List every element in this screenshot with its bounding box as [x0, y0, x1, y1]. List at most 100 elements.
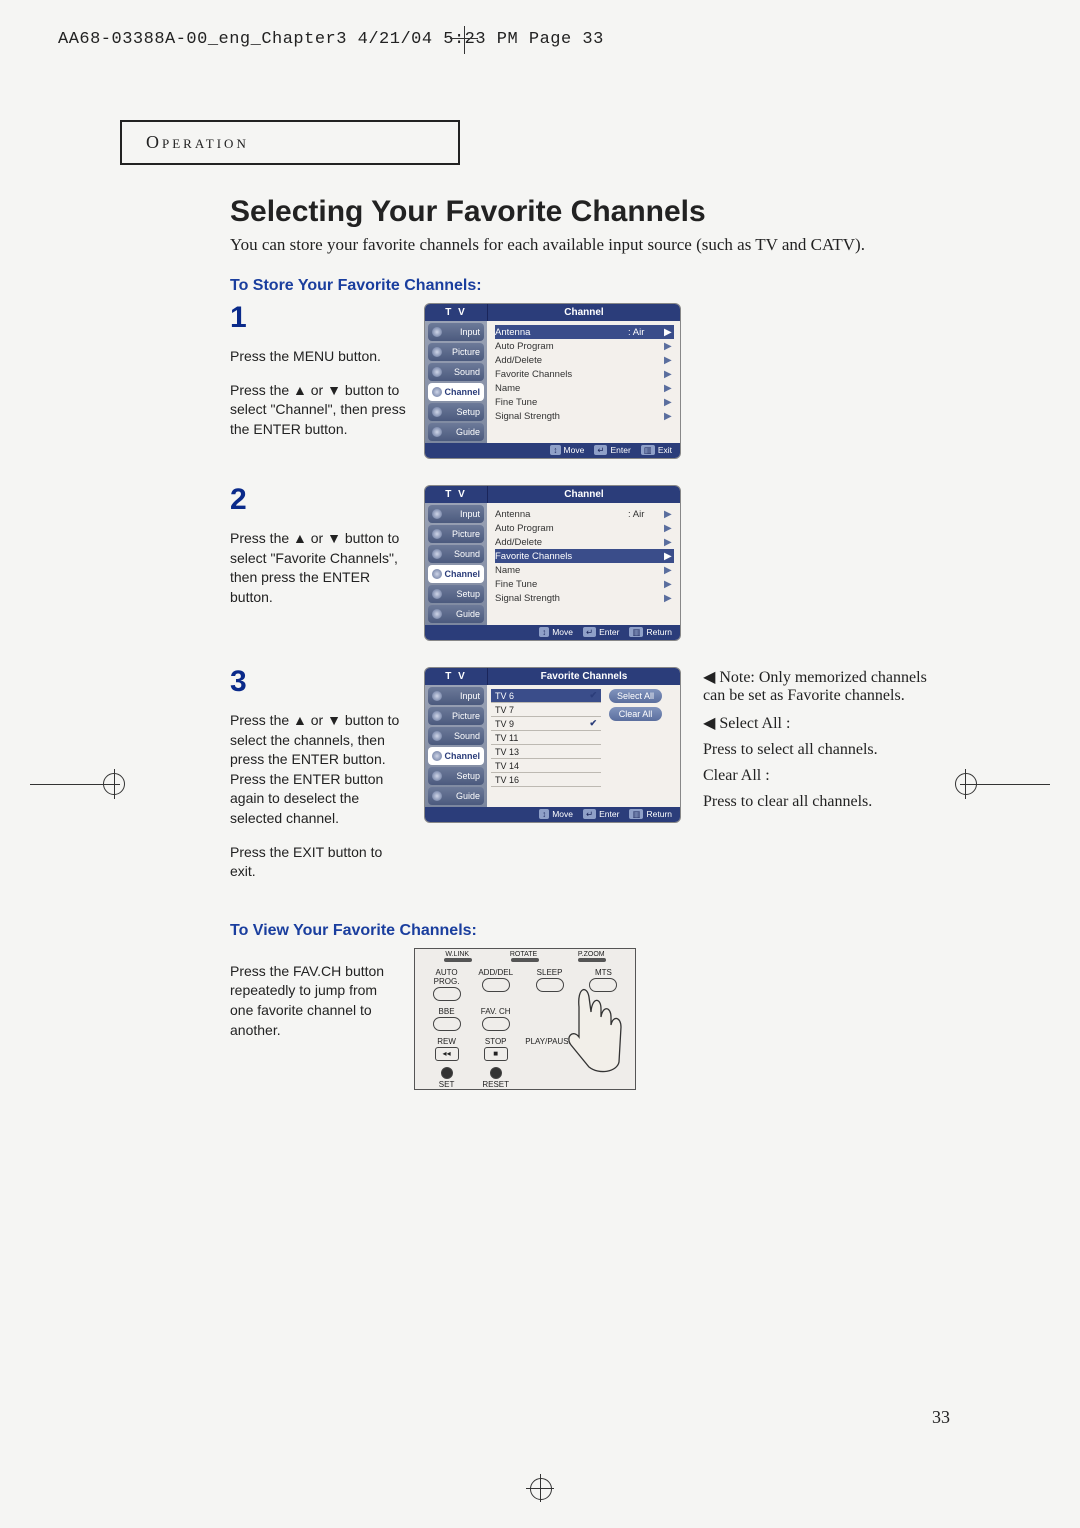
osd2-sb-guide: Guide	[456, 609, 480, 619]
osd-sb-picture: Picture	[452, 347, 480, 357]
remote-illustration: W.LINK ROTATE P.ZOOM AUTO PROG. ADD/DEL …	[414, 948, 636, 1090]
note-1: Note: Only memorized channels can be set…	[703, 669, 927, 704]
osd3-tv: T V	[425, 668, 488, 685]
osd3-sidebar: Input Picture Sound Channel Setup Guide	[425, 685, 487, 807]
note-2-body: Press to select all channels.	[703, 741, 943, 759]
remote-favch: FAV. CH	[481, 1007, 511, 1016]
osd3-sb-setup: Setup	[456, 771, 480, 781]
osd2-sb-channel: Channel	[444, 569, 480, 579]
step-1-text: 1 Press the MENU button. Press the ▲ or …	[230, 303, 410, 453]
osd-select-all: Select All	[609, 689, 662, 703]
osd2-panel: Antenna: Air▶ Auto Program▶ Add/Delete▶ …	[487, 503, 680, 625]
step-3-number: 3	[230, 667, 410, 697]
osd2-row-fine: Fine Tune	[495, 579, 664, 590]
osd-row-fine: Fine Tune	[495, 397, 664, 408]
osd-row-signal: Signal Strength	[495, 411, 664, 422]
osd-sb-channel: Channel	[444, 387, 480, 397]
sheet: Operation Selecting Your Favorite Channe…	[120, 120, 980, 1438]
view-step: Press the FAV.CH button repeatedly to ju…	[230, 948, 980, 1090]
step-3-line-b: Press the EXIT button to exit.	[230, 844, 382, 880]
fav-ch-7: TV 7	[495, 705, 514, 715]
osd-tv-label: T V	[425, 304, 488, 321]
osd2-row-fav: Favorite Channels	[495, 551, 664, 562]
remote-stop: STOP	[485, 1037, 507, 1046]
osd-row-fav: Favorite Channels	[495, 369, 664, 380]
section-tab: Operation	[120, 120, 460, 165]
osd3-footer-enter: Enter	[599, 809, 619, 819]
osd3-footer-move: Move	[552, 809, 573, 819]
osd2-row-antenna: Antenna	[495, 509, 628, 520]
osd-row-antenna: Antenna	[495, 327, 628, 338]
remote-adddel: ADD/DEL	[478, 968, 513, 977]
osd-title: Channel	[488, 304, 680, 321]
note-3-body: Press to clear all channels.	[703, 793, 943, 811]
osd2-footer: ↕Move ↵Enter ▥Return	[425, 625, 680, 640]
osd2-footer-enter: Enter	[599, 627, 619, 637]
osd3-footer: ↕Move ↵Enter ▥Return	[425, 807, 680, 822]
remote-lbl-pzoom: P.ZOOM	[578, 951, 605, 958]
triangle-icon: ▶	[703, 667, 715, 687]
note-2-title: Select All :	[719, 715, 790, 732]
remote-lbl-wlink: W.LINK	[445, 951, 469, 958]
view-step-line: Press the FAV.CH button repeatedly to ju…	[230, 963, 384, 1038]
osd2-footer-move: Move	[552, 627, 573, 637]
remote-reset: RESET	[482, 1080, 509, 1089]
osd-footer-enter: Enter	[610, 445, 630, 455]
triangle-icon: ▶	[703, 713, 715, 733]
osd3-panel: TV 6✔ TV 7 TV 9✔ TV 11 TV 13 TV 14 TV 16…	[487, 685, 680, 807]
remote-rew: REW	[437, 1037, 456, 1046]
side-notes: ▶Note: Only memorized channels can be se…	[703, 667, 943, 819]
osd2-row-antenna-val: : Air	[628, 509, 664, 520]
step-2: 2 Press the ▲ or ▼ button to select "Fav…	[230, 485, 980, 641]
page: AA68-03388A-00_eng_Chapter3 4/21/04 5:23…	[0, 0, 1080, 1528]
osd-step-2: T V Channel Input Picture Sound Channel …	[424, 485, 681, 641]
osd-footer-move: Move	[564, 445, 585, 455]
step-1-line-b: Press the ▲ or ▼ button to select "Chann…	[230, 382, 406, 437]
osd-sb-setup: Setup	[456, 407, 480, 417]
osd2-tv: T V	[425, 486, 488, 503]
osd3-sb-guide: Guide	[456, 791, 480, 801]
osd-footer-exit: Exit	[658, 445, 672, 455]
view-step-text: Press the FAV.CH button repeatedly to ju…	[230, 948, 400, 1054]
step-2-number: 2	[230, 485, 410, 515]
fav-ch-6: TV 6	[495, 691, 514, 701]
osd2-row-adddel: Add/Delete	[495, 537, 664, 548]
osd-row-name: Name	[495, 383, 664, 394]
fav-ch-11: TV 11	[495, 733, 518, 743]
fav-ch-9: TV 9	[495, 719, 514, 729]
osd-clear-all: Clear All	[609, 707, 662, 721]
osd3-title: Favorite Channels	[488, 668, 680, 685]
osd3-sb-picture: Picture	[452, 711, 480, 721]
step-2-line: Press the ▲ or ▼ button to select "Favor…	[230, 530, 399, 605]
remote-bbe: BBE	[439, 1007, 455, 1016]
osd3-sb-channel: Channel	[444, 751, 480, 761]
page-title: Selecting Your Favorite Channels	[230, 195, 980, 229]
osd-sb-guide: Guide	[456, 427, 480, 437]
osd3-sb-input: Input	[460, 691, 480, 701]
page-number: 33	[932, 1407, 950, 1428]
crop-mark-top	[452, 26, 476, 50]
step-3-text: 3 Press the ▲ or ▼ button to select the …	[230, 667, 410, 896]
osd2-sb-input: Input	[460, 509, 480, 519]
osd-step-1: T V Channel Input Picture Sound Channel …	[424, 303, 681, 459]
osd-sidebar: Input Picture Sound Channel Setup Guide	[425, 321, 487, 443]
step-3: 3 Press the ▲ or ▼ button to select the …	[230, 667, 980, 896]
view-heading: To View Your Favorite Channels:	[230, 922, 980, 940]
osd2-title: Channel	[488, 486, 680, 503]
remote-set: SET	[439, 1080, 455, 1089]
osd3-list: TV 6✔ TV 7 TV 9✔ TV 11 TV 13 TV 14 TV 16	[491, 689, 601, 803]
osd2-sb-sound: Sound	[454, 549, 480, 559]
osd2-row-autoprog: Auto Program	[495, 523, 664, 534]
osd-row-autoprog: Auto Program	[495, 341, 664, 352]
osd2-footer-return: Return	[646, 627, 672, 637]
store-heading: To Store Your Favorite Channels:	[230, 277, 980, 295]
osd-sb-input: Input	[460, 327, 480, 337]
remote-lbl-rotate: ROTATE	[510, 951, 537, 958]
step-2-text: 2 Press the ▲ or ▼ button to select "Fav…	[230, 485, 410, 621]
step-1: 1 Press the MENU button. Press the ▲ or …	[230, 303, 980, 459]
osd2-sidebar: Input Picture Sound Channel Setup Guide	[425, 503, 487, 625]
osd-step-3: T V Favorite Channels Input Picture Soun…	[424, 667, 681, 823]
osd-sb-sound: Sound	[454, 367, 480, 377]
crop-mark-bottom	[526, 1474, 554, 1502]
fav-ch-14: TV 14	[495, 761, 519, 771]
